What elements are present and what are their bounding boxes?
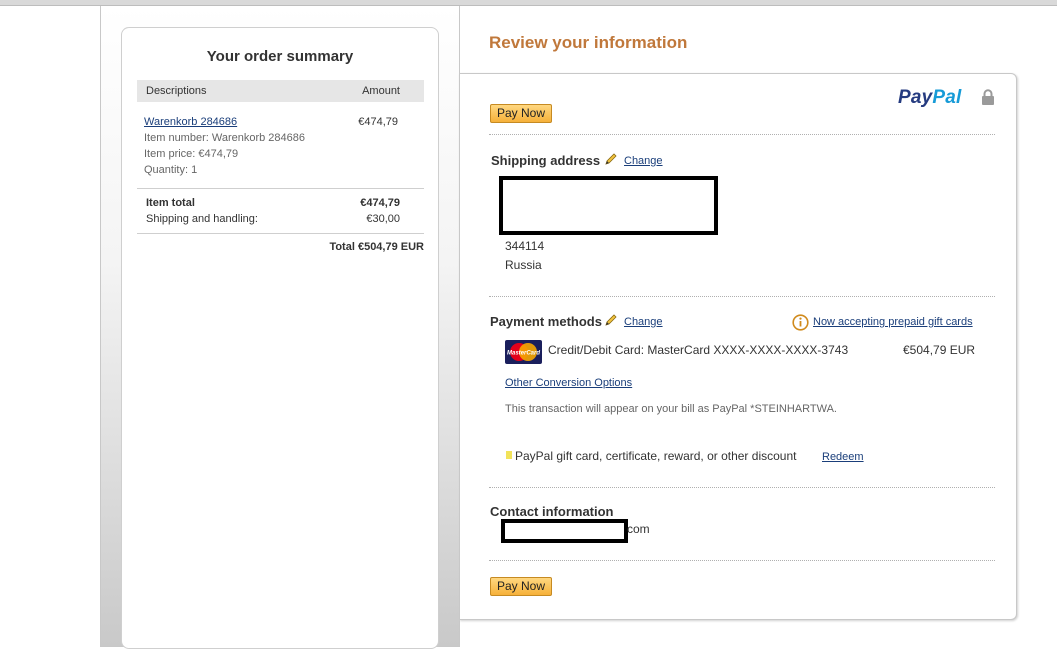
review-title: Review your information — [489, 33, 688, 52]
divider — [137, 233, 424, 234]
order-summary-title: Your order summary — [206, 48, 354, 65]
shipping-label: Shipping and handling: — [146, 213, 258, 225]
item-price: Item price: €474,79 — [144, 148, 239, 160]
pay-now-button-bottom[interactable]: Pay Now — [490, 577, 553, 596]
section-divider — [489, 560, 995, 561]
descriptions-column-header: Descriptions — [146, 85, 207, 97]
paypal-logo-part2: Pal — [932, 87, 962, 108]
amount-column-header: Amount — [362, 85, 400, 97]
item-total-value: €474,79 — [360, 197, 400, 209]
shipping-value: €30,00 — [366, 213, 400, 225]
mastercard-icon: MasterCard — [505, 340, 542, 364]
info-icon — [792, 314, 809, 331]
section-divider — [489, 296, 995, 297]
card-description: Credit/Debit Card: MasterCard XXXX-XXXX-… — [548, 343, 849, 357]
postal-code: 344114 — [505, 239, 545, 253]
paypal-logo: PayPal — [898, 87, 962, 109]
change-shipping-link[interactable]: Change — [624, 155, 663, 167]
order-summary-card: Your order summary Descriptions Amount W… — [121, 27, 439, 649]
email-tail: com — [627, 522, 650, 536]
item-quantity: Quantity: 1 — [144, 164, 198, 176]
gift-card-text: PayPal gift card, certificate, reward, o… — [515, 449, 797, 463]
redacted-address-block — [499, 176, 718, 235]
contact-information-title: Contact information — [490, 504, 614, 519]
shipping-address-title: Shipping address — [491, 153, 601, 168]
gift-card-icon — [506, 451, 512, 459]
lock-icon — [982, 89, 994, 105]
change-payment-link[interactable]: Change — [624, 316, 663, 328]
redeem-link[interactable]: Redeem — [822, 451, 864, 463]
item-amount: €474,79 — [358, 116, 398, 128]
pencil-icon — [605, 314, 617, 326]
payment-amount: €504,79 EUR — [903, 343, 976, 357]
country: Russia — [505, 258, 542, 272]
item-name-link[interactable]: Warenkorb 284686 — [144, 116, 237, 128]
prepaid-gift-cards-link[interactable]: Now accepting prepaid gift cards — [813, 316, 973, 328]
order-total: Total €504,79 EUR — [329, 241, 424, 253]
section-divider — [489, 487, 995, 488]
item-number: Item number: Warenkorb 284686 — [144, 132, 306, 144]
section-divider — [489, 134, 995, 135]
redacted-email — [501, 519, 628, 543]
item-total-label: Item total — [146, 197, 195, 209]
pencil-icon — [605, 153, 617, 165]
other-conversion-options-link[interactable]: Other Conversion Options — [505, 377, 632, 389]
mastercard-icon-text: MasterCard — [507, 351, 540, 357]
pay-now-button-top[interactable]: Pay Now — [490, 104, 553, 123]
divider — [137, 188, 424, 189]
statement-note: This transaction will appear on your bil… — [505, 403, 837, 415]
paypal-logo-part1: Pay — [898, 87, 933, 108]
order-table-header: Descriptions Amount — [137, 80, 424, 102]
payment-methods-title: Payment methods — [490, 314, 602, 329]
